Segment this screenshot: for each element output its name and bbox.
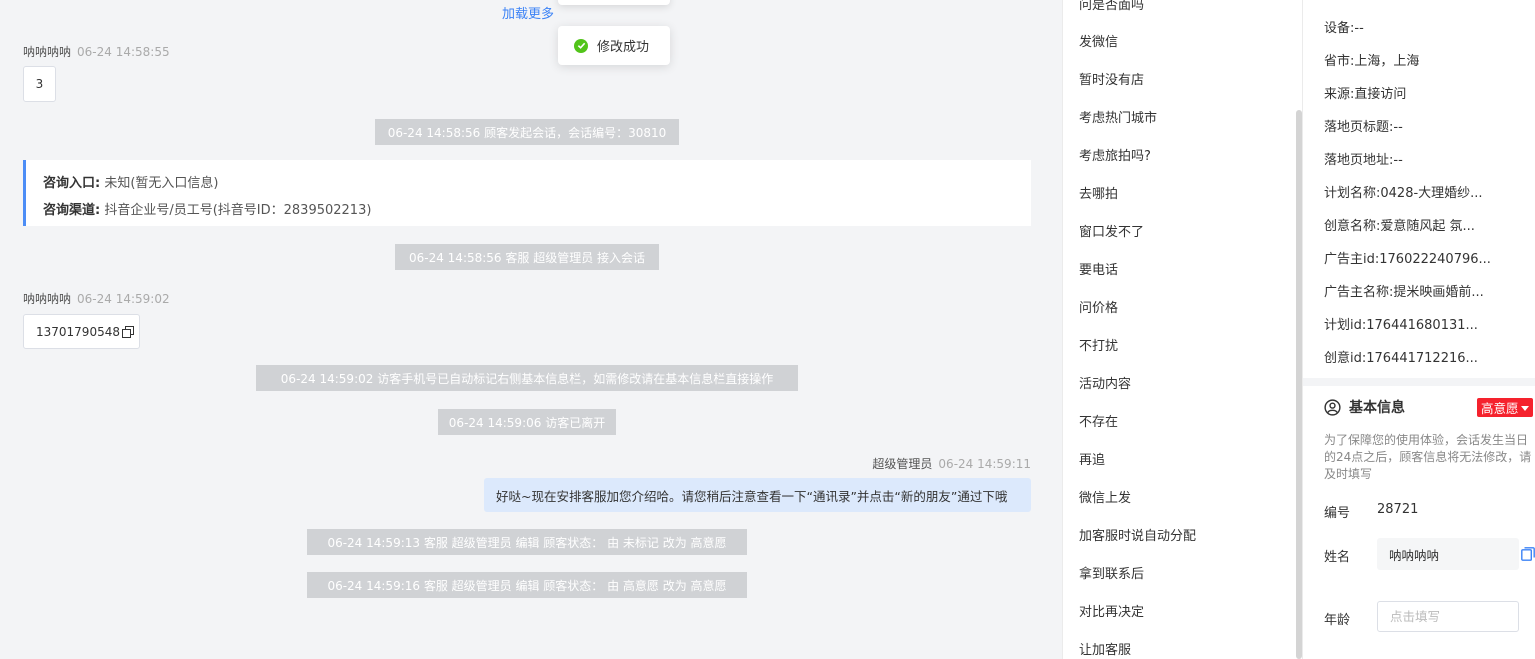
message-text: 3: [35, 77, 44, 91]
quick-reply-item[interactable]: 不打扰: [1079, 335, 1118, 354]
ad-info-creative-name: 创意名称:爱意随风起 氛...: [1324, 219, 1475, 234]
sender-name: 呐呐呐呐: [23, 292, 72, 306]
id-label: 编号: [1324, 506, 1351, 521]
load-more-link[interactable]: 加载更多: [502, 3, 554, 22]
success-toast: 修改成功: [558, 26, 670, 65]
quick-reply-item[interactable]: 加客服时说自动分配: [1079, 525, 1196, 544]
intent-tag-dropdown[interactable]: 高意愿: [1477, 398, 1533, 417]
ad-info-source: 来源:直接访问: [1324, 87, 1407, 102]
quick-reply-item[interactable]: 再追: [1079, 449, 1105, 468]
user-circle-icon: [1324, 398, 1341, 416]
toast-text: 修改成功: [597, 40, 650, 55]
quick-reply-item[interactable]: 考虑热门城市: [1079, 107, 1157, 126]
quick-reply-item[interactable]: 对比再决定: [1079, 601, 1144, 620]
message-sender: 呐呐呐呐 06-24 14:58:55: [23, 43, 170, 60]
previous-toast: [558, 0, 670, 5]
system-message: 06-24 14:59:02 访客手机号已自动标记右侧基本信息栏，如需修改请在基…: [256, 365, 798, 391]
name-field[interactable]: 呐呐呐呐: [1377, 538, 1519, 570]
system-message: 06-24 14:59:16 客服 超级管理员 编辑 顾客状态： 由 高意愿 改…: [307, 572, 747, 598]
message-time: 06-24 14:59:02: [77, 292, 170, 306]
basic-info-header: 基本信息: [1324, 397, 1405, 417]
message-time: 06-24 14:58:55: [77, 45, 170, 59]
id-value: 28721: [1377, 502, 1419, 517]
quick-reply-item[interactable]: 微信上发: [1079, 487, 1131, 506]
customer-message: 13701790548: [23, 314, 140, 349]
name-value: 呐呐呐呐: [1389, 547, 1440, 563]
ad-info-plan-id: 计划id:176441680131...: [1324, 318, 1478, 333]
ad-info-advertiser-name: 广告主名称:提米映画婚前...: [1324, 285, 1484, 300]
ad-info-advertiser-id: 广告主id:176022240796...: [1324, 252, 1491, 267]
quick-reply-item[interactable]: 考虑旅拍吗?: [1079, 145, 1151, 164]
system-message: 06-24 14:58:56 客服 超级管理员 接入会话: [395, 244, 659, 270]
ad-info-landing-url: 落地页地址:--: [1324, 153, 1403, 168]
caret-down-icon: [1520, 405, 1529, 411]
copy-icon[interactable]: [1521, 547, 1535, 561]
age-input[interactable]: [1377, 601, 1519, 632]
customer-message: 3: [23, 66, 56, 102]
edit-notice: 为了保障您的使用体验，会话发生当日的24点之后，顾客信息将无法修改，请及时填写: [1324, 433, 1532, 481]
chat-panel: 加载更多 修改成功 呐呐呐呐 06-24 14:58:55 3 06-24 14:…: [0, 0, 1062, 659]
system-message: 06-24 14:59:13 客服 超级管理员 编辑 顾客状态： 由 未标记 改…: [307, 529, 747, 555]
quick-reply-item[interactable]: 拿到联系后: [1079, 563, 1144, 582]
check-circle-icon: [574, 38, 588, 53]
sender-name: 超级管理员: [872, 457, 933, 471]
basic-info-title: 基本信息: [1349, 400, 1405, 416]
name-label: 姓名: [1324, 550, 1351, 565]
quick-reply-item[interactable]: 活动内容: [1079, 373, 1131, 392]
quick-reply-item[interactable]: 让加客服: [1079, 639, 1131, 658]
ad-info-creative-id: 创意id:176441712216...: [1324, 351, 1478, 366]
consult-info-card: 咨询入口: 未知(暂无入口信息) 咨询渠道: 抖音企业号/员工号(抖音号ID：2…: [23, 160, 1031, 226]
copy-icon[interactable]: [121, 325, 134, 338]
consult-entry: 咨询入口: 未知(暂无入口信息): [43, 176, 219, 191]
agent-message: 好哒~现在安排客服加您介绍哈。请您稍后注意查看一下“通讯录”并点击“新的朋友”通…: [484, 478, 1031, 512]
intent-tag-label: 高意愿: [1481, 401, 1519, 416]
ad-info-region: 省市:上海，上海: [1324, 54, 1420, 69]
ad-info-device: 设备:--: [1324, 21, 1364, 36]
quick-reply-item[interactable]: 去哪拍: [1079, 183, 1118, 202]
sender-name: 呐呐呐呐: [23, 45, 72, 59]
ad-info-landing-title: 落地页标题:--: [1324, 120, 1403, 135]
quick-reply-item[interactable]: 不存在: [1079, 411, 1118, 430]
message-text: 13701790548: [36, 324, 120, 339]
quick-reply-item[interactable]: 发微信: [1079, 31, 1118, 50]
quick-reply-item[interactable]: 要电话: [1079, 259, 1118, 278]
consult-channel: 咨询渠道: 抖音企业号/员工号(抖音号ID：2839502213): [43, 203, 372, 218]
quick-reply-item[interactable]: 问价格: [1079, 297, 1118, 316]
age-label: 年龄: [1324, 613, 1351, 628]
section-divider: [1303, 378, 1535, 386]
message-time: 06-24 14:59:11: [938, 457, 1031, 471]
quick-reply-item[interactable]: 窗口发不了: [1079, 221, 1144, 240]
customer-info-panel: 设备:-- 省市:上海，上海 来源:直接访问 落地页标题:-- 落地页地址:--…: [1302, 0, 1535, 659]
quick-reply-item[interactable]: 问是否面吗: [1079, 0, 1144, 13]
system-message: 06-24 14:58:56 顾客发起会话，会话编号：30810: [375, 119, 679, 145]
quick-reply-item[interactable]: 暂时没有店: [1079, 69, 1144, 88]
message-sender: 呐呐呐呐 06-24 14:59:02: [23, 290, 170, 307]
ad-info-plan-name: 计划名称:0428-大理婚纱...: [1324, 186, 1483, 201]
message-sender: 超级管理员 06-24 14:59:11: [872, 455, 1031, 472]
system-message: 06-24 14:59:06 访客已离开: [438, 409, 616, 435]
quick-reply-list: 问是否面吗 发微信 暂时没有店 考虑热门城市 考虑旅拍吗? 去哪拍 窗口发不了 …: [1062, 0, 1302, 659]
